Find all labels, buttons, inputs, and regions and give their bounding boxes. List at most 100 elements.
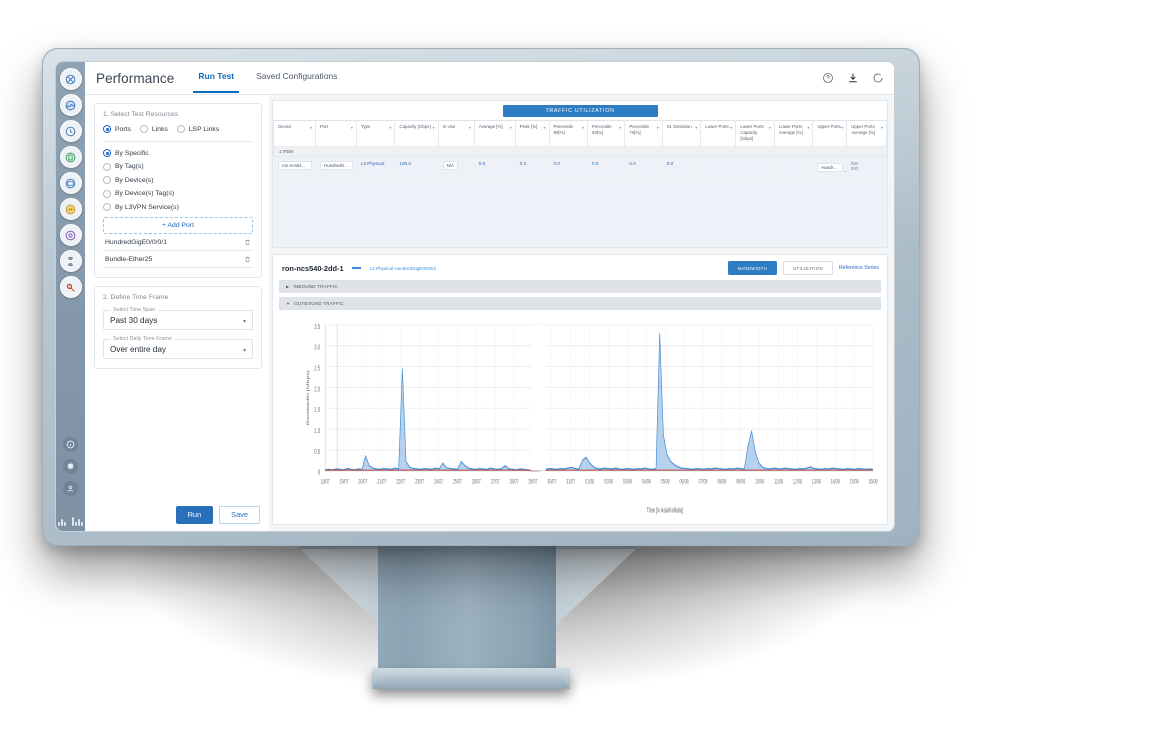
- svg-text:Bandwidth [Mbps]: Bandwidth [Mbps]: [306, 370, 310, 425]
- accordion-inbound-traffic[interactable]: ▶ INBOUND TRAFFIC: [279, 280, 881, 293]
- filter-icon[interactable]: ▾: [619, 125, 621, 130]
- table-row[interactable]: ron-ncs540-... HundredGi... L3 Physical …: [273, 156, 887, 178]
- screenshot-root: Performance Run Test Saved Configuration…: [0, 0, 1176, 736]
- select-test-resources-card: 1. Select Test Resources Ports Links LSP…: [94, 103, 262, 278]
- col-upper-ports[interactable]: Upper Ports ▾: [812, 120, 848, 147]
- device-icon[interactable]: [59, 146, 82, 168]
- services-icon[interactable]: [59, 224, 82, 246]
- chevron-down-icon[interactable]: ▾: [243, 347, 246, 354]
- trash-icon[interactable]: [244, 239, 251, 246]
- col-percentile-93[interactable]: Percentile 93[%] ▾: [587, 120, 626, 147]
- tab-run-test[interactable]: Run Test: [193, 62, 239, 95]
- radio-by-devices[interactable]: By Device(s): [103, 176, 253, 184]
- filter-icon[interactable]: ▾: [389, 125, 391, 130]
- chevron-down-icon[interactable]: ▾: [243, 318, 246, 325]
- radio-label: By L3VPN Service(s): [115, 203, 179, 211]
- alarm-icon[interactable]: [59, 250, 82, 272]
- radio-dot: [103, 125, 111, 133]
- step1-title: 1. Select Test Resources: [103, 111, 179, 118]
- circuit-icon[interactable]: [59, 198, 82, 220]
- radio-by-l3vpn-services[interactable]: By L3VPN Service(s): [103, 203, 253, 211]
- traffic-meter-icon[interactable]: [59, 172, 82, 194]
- run-button[interactable]: Run: [175, 506, 214, 524]
- filter-icon[interactable]: ▾: [582, 125, 584, 130]
- admin-tools-icon[interactable]: [59, 276, 82, 298]
- bandwidth-button[interactable]: BANDWIDTH: [727, 261, 778, 275]
- cell-lower-ports: [700, 156, 737, 178]
- stand-neck: [378, 545, 556, 677]
- tab-saved-configurations[interactable]: Saved Configurations: [254, 62, 339, 95]
- col-percentile-70[interactable]: Percentile 70[%] ▾: [624, 120, 663, 147]
- left-icon-rail: [56, 62, 85, 531]
- filter-icon[interactable]: ▾: [695, 125, 697, 130]
- reference-series-link[interactable]: Reference Series: [839, 265, 879, 271]
- utilization-button[interactable]: UTILIZATION: [783, 261, 833, 275]
- col-device[interactable]: Device ▾: [273, 120, 317, 147]
- col-upper-ports-average[interactable]: Upper Ports Average [%] ▾: [846, 120, 887, 147]
- download-icon[interactable]: [847, 72, 859, 84]
- step2-title: 2. Define Time Frame: [103, 294, 169, 301]
- col-percentile-90[interactable]: Percentile 90[%] ▾: [548, 120, 589, 147]
- daily-time-frame-select[interactable]: Select Daily Time Frame Over entire day …: [103, 336, 253, 359]
- col-type[interactable]: Type ▾: [355, 120, 396, 147]
- test-config-panel: 1. Select Test Resources Ports Links LSP…: [85, 95, 269, 531]
- performance-wave-icon[interactable]: [59, 94, 82, 116]
- filter-icon[interactable]: ▾: [841, 125, 843, 130]
- col-lower-ports[interactable]: Lower Ports ▾: [700, 120, 737, 147]
- user-icon[interactable]: [63, 481, 78, 496]
- filter-icon[interactable]: ▾: [881, 125, 883, 130]
- radio-by-device-tags[interactable]: By Device(s) Tag(s): [103, 189, 253, 198]
- filter-icon[interactable]: ▾: [510, 125, 512, 130]
- filter-icon[interactable]: ▾: [544, 125, 546, 130]
- refresh-icon[interactable]: [872, 72, 884, 84]
- col-lower-ports-average[interactable]: Lower Ports Average [%] ▾: [773, 120, 814, 147]
- filter-icon[interactable]: ▾: [730, 125, 732, 130]
- radio-ports[interactable]: Ports: [103, 125, 131, 133]
- accordion-outbound-traffic[interactable]: ▼ OUTBOUND TRAFFIC: [279, 297, 881, 310]
- filter-icon[interactable]: ▾: [769, 125, 771, 130]
- col-port[interactable]: Port ▾: [315, 120, 357, 147]
- port-list-item[interactable]: Bundle-Ether25: [103, 251, 253, 268]
- app-content: Performance Run Test Saved Configuration…: [85, 62, 894, 531]
- add-port-button[interactable]: + Add Port: [103, 217, 253, 234]
- outbound-traffic-plot[interactable]: 0 0.5 1.0 1.5 2.0 2.5 3.0 3.5 18/07 19/07 20/07 21/…: [279, 314, 881, 518]
- col-capacity[interactable]: Capacity [Gbps] ▾: [394, 120, 439, 147]
- network-topology-icon[interactable]: [59, 68, 82, 90]
- svg-text:20/07: 20/07: [358, 478, 367, 485]
- svg-text:25/07: 25/07: [453, 478, 462, 485]
- radio-by-tags[interactable]: By Tag(s): [103, 162, 253, 171]
- svg-text:24/07: 24/07: [434, 478, 443, 485]
- col-average[interactable]: Average [%] ▾: [473, 120, 516, 147]
- help-circle-icon[interactable]: [822, 72, 834, 84]
- filter-icon[interactable]: ▾: [469, 125, 471, 130]
- filter-icon[interactable]: ▾: [657, 125, 659, 130]
- port-list-item[interactable]: HundredGigE0/0/0/1: [103, 234, 253, 251]
- col-st-deviation[interactable]: St. Deviation ▾: [661, 120, 702, 147]
- cell-type: L3 Physical: [355, 156, 396, 178]
- daily-time-frame-value: Over entire day: [110, 345, 166, 354]
- filter-icon[interactable]: ▾: [351, 125, 353, 130]
- clock-icon[interactable]: [59, 120, 82, 142]
- filter-icon[interactable]: ▾: [433, 125, 435, 130]
- svg-text:1.5: 1.5: [314, 406, 320, 415]
- cell-port: HundredGi...: [315, 156, 357, 178]
- info-icon[interactable]: [63, 437, 78, 452]
- traffic-utilization-panel: TRAFFIC UTILIZATION Device ▾ Port ▾ Type…: [272, 100, 888, 248]
- radio-lsp-links[interactable]: LSP Links: [176, 125, 219, 133]
- radio-by-specific[interactable]: By Specific: [103, 149, 253, 157]
- radio-links[interactable]: Links: [139, 125, 168, 133]
- time-span-select[interactable]: Select Time Span Past 30 days ▾: [103, 307, 253, 330]
- col-lower-ports-capacity[interactable]: Lower Ports Capacity [Gbps] ▾: [735, 120, 775, 147]
- gear-icon[interactable]: [63, 459, 78, 474]
- filter-icon[interactable]: ▾: [310, 125, 312, 130]
- filter-icon[interactable]: ▾: [807, 125, 809, 130]
- cell-percentile-70: 0.0: [624, 156, 663, 178]
- trash-icon[interactable]: [244, 256, 251, 263]
- col-in-use[interactable]: In Use ▾: [437, 120, 475, 147]
- save-button[interactable]: Save: [219, 506, 260, 524]
- tab-traffic-utilization[interactable]: TRAFFIC UTILIZATION: [502, 105, 658, 117]
- col-peak[interactable]: Peak [%] ▾: [514, 120, 550, 147]
- svg-text:07/08: 07/08: [698, 478, 707, 485]
- group-label: 1 ITEM: [273, 146, 887, 157]
- daily-time-frame-label: Select Daily Time Frame: [110, 336, 175, 342]
